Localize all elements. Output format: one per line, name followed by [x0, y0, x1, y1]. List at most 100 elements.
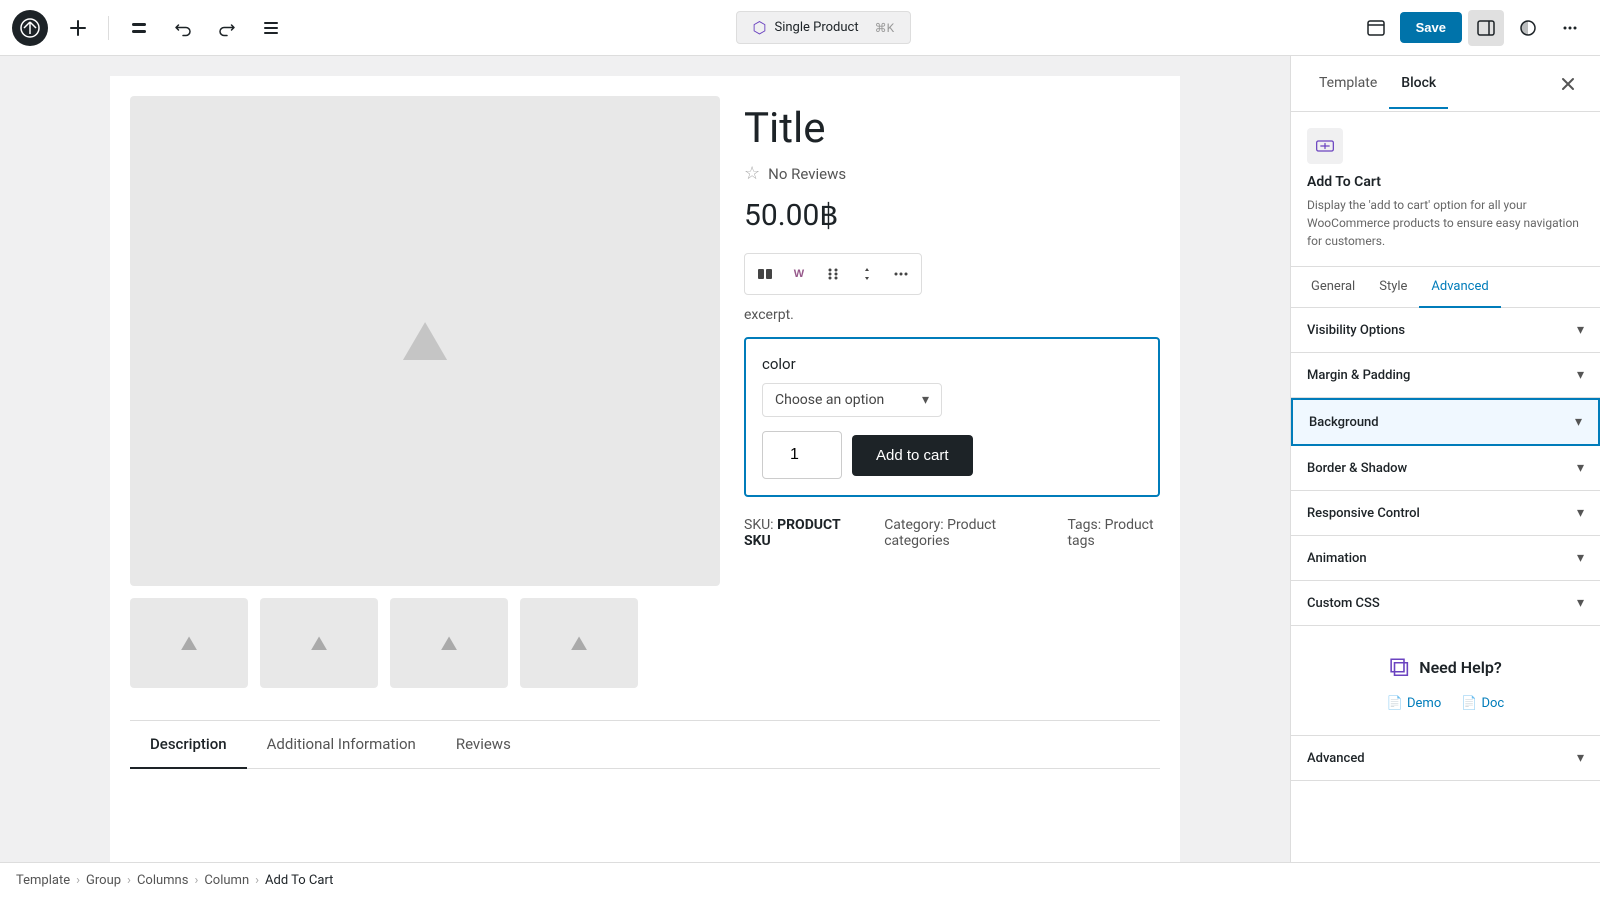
accordion-margin-label: Margin & Padding [1307, 368, 1410, 383]
product-meta: SKU: PRODUCT SKU Category: Product categ… [744, 517, 1160, 549]
toolbar-right: Save [1358, 10, 1588, 46]
template-label: Single Product [774, 20, 858, 35]
help-icon: ⧉ [1389, 650, 1409, 684]
block-drag-button[interactable] [817, 258, 849, 290]
block-arrows-button[interactable] [851, 258, 883, 290]
appearance-button[interactable] [1510, 10, 1546, 46]
redo-button[interactable] [209, 10, 245, 46]
accordion-responsive-label: Responsive Control [1307, 506, 1420, 521]
star-icon: ☆ [744, 163, 760, 184]
accordion-animation-header[interactable]: Animation ▾ [1291, 536, 1600, 580]
main-image-placeholder-icon: ⛰ [401, 308, 448, 375]
reviews-text: No Reviews [768, 165, 846, 183]
accordion-border-label: Border & Shadow [1307, 461, 1407, 476]
block-woo-button[interactable]: W [783, 258, 815, 290]
sub-tab-general[interactable]: General [1299, 267, 1367, 308]
wp-logo[interactable] [12, 10, 48, 46]
breadcrumb-sep-1: › [76, 873, 80, 888]
help-demo-link[interactable]: 📄 Demo [1387, 696, 1441, 711]
accordion-background: Background ▾ [1291, 398, 1600, 446]
cart-row: Add to cart [762, 431, 1142, 479]
accordion-responsive-header[interactable]: Responsive Control ▾ [1291, 491, 1600, 535]
help-title: Need Help? [1419, 658, 1502, 677]
main-toolbar: ⬡ Single Product ⌘K Save [0, 0, 1600, 56]
quantity-input[interactable] [762, 431, 842, 479]
breadcrumb-add-to-cart[interactable]: Add To Cart [265, 873, 333, 888]
breadcrumb-column[interactable]: Column [204, 873, 249, 888]
accordion-responsive: Responsive Control ▾ [1291, 491, 1600, 536]
meta-tags: Tags: Product tags [1067, 517, 1160, 549]
help-doc-link[interactable]: 📄 Doc [1461, 696, 1504, 711]
block-toolbar: W [744, 253, 922, 295]
tools-button[interactable] [121, 10, 157, 46]
category-label: Category: [884, 517, 943, 533]
thumb-1-icon: ⛰ [181, 631, 198, 655]
block-align-button[interactable] [749, 258, 781, 290]
panel-close-button[interactable] [1552, 68, 1584, 100]
template-pill[interactable]: ⬡ Single Product ⌘K [736, 11, 912, 44]
product-price: 50.00฿ [744, 198, 1160, 233]
thumb-3-icon: ⛰ [441, 631, 458, 655]
color-label: color [762, 355, 1142, 373]
accordion-advanced-bottom-header[interactable]: Advanced ▾ [1291, 736, 1600, 780]
breadcrumb-group[interactable]: Group [86, 873, 121, 888]
sidebar-toggle-button[interactable] [1468, 10, 1504, 46]
accordion-margin-header[interactable]: Margin & Padding ▾ [1291, 353, 1600, 397]
accordion-background-header[interactable]: Background ▾ [1293, 400, 1598, 444]
undo-button[interactable] [165, 10, 201, 46]
block-more-button[interactable] [885, 258, 917, 290]
more-options-button[interactable] [1552, 10, 1588, 46]
excerpt-text: excerpt. [744, 307, 1160, 323]
help-links: 📄 Demo 📄 Doc [1387, 696, 1504, 711]
template-icon: ⬡ [753, 18, 767, 37]
tab-additional-info[interactable]: Additional Information [247, 721, 436, 769]
product-top: ⛰ ⛰ ⛰ ⛰ ⛰ Title ☆ No Reviews [130, 96, 1160, 688]
color-select-text: Choose an option [775, 392, 884, 408]
add-block-button[interactable] [60, 10, 96, 46]
thumb-4-icon: ⛰ [571, 631, 588, 655]
accordion-visibility-header[interactable]: Visibility Options ▾ [1291, 308, 1600, 352]
accordion-custom-css-label: Custom CSS [1307, 596, 1380, 611]
product-reviews: ☆ No Reviews [744, 163, 1160, 184]
add-to-cart-block: color Choose an option ▾ Add to cart [744, 337, 1160, 497]
sub-tab-advanced[interactable]: Advanced [1419, 267, 1500, 308]
accordion-advanced-bottom: Advanced ▾ [1291, 736, 1600, 781]
page-canvas: ⛰ ⛰ ⛰ ⛰ ⛰ Title ☆ No Reviews [110, 76, 1180, 862]
block-name: Add To Cart [1307, 174, 1584, 190]
add-to-cart-button[interactable]: Add to cart [852, 435, 973, 476]
thumb-2-icon: ⛰ [311, 631, 328, 655]
panel-tab-template[interactable]: Template [1307, 59, 1389, 109]
accordion-custom-css-header[interactable]: Custom CSS ▾ [1291, 581, 1600, 625]
chevron-advanced-bottom-icon: ▾ [1577, 750, 1584, 766]
view-button[interactable] [1358, 10, 1394, 46]
breadcrumb-sep-2: › [127, 873, 131, 888]
breadcrumb-columns[interactable]: Columns [137, 873, 189, 888]
chevron-border-icon: ▾ [1577, 460, 1584, 476]
main-area: ⛰ ⛰ ⛰ ⛰ ⛰ Title ☆ No Reviews [0, 56, 1600, 862]
list-view-button[interactable] [253, 10, 289, 46]
accordion-animation-label: Animation [1307, 551, 1367, 566]
panel-tab-block[interactable]: Block [1389, 59, 1448, 109]
breadcrumb-sep-3: › [194, 873, 198, 888]
breadcrumb-template[interactable]: Template [16, 873, 70, 888]
sub-tab-style[interactable]: Style [1367, 267, 1419, 308]
chevron-margin-icon: ▾ [1577, 367, 1584, 383]
breadcrumb: Template › Group › Columns › Column › Ad… [0, 862, 1600, 898]
sub-tabs: General Style Advanced [1291, 267, 1600, 308]
tab-reviews[interactable]: Reviews [436, 721, 531, 769]
accordion-border-header[interactable]: Border & Shadow ▾ [1291, 446, 1600, 490]
accordion-visibility: Visibility Options ▾ [1291, 308, 1600, 353]
thumb-1: ⛰ [130, 598, 248, 688]
meta-category: Category: Product categories [884, 517, 1027, 549]
block-icon-wrap [1307, 128, 1343, 164]
block-desc: Display the 'add to cart' option for all… [1307, 196, 1584, 250]
thumb-4: ⛰ [520, 598, 638, 688]
tab-description[interactable]: Description [130, 721, 247, 769]
meta-sku: SKU: PRODUCT SKU [744, 517, 844, 549]
demo-icon: 📄 [1387, 696, 1403, 711]
color-select[interactable]: Choose an option ▾ [762, 383, 942, 417]
accordion-visibility-label: Visibility Options [1307, 323, 1405, 338]
accordion-border: Border & Shadow ▾ [1291, 446, 1600, 491]
save-button[interactable]: Save [1400, 12, 1462, 43]
product-tabs: Description Additional Information Revie… [130, 720, 1160, 769]
